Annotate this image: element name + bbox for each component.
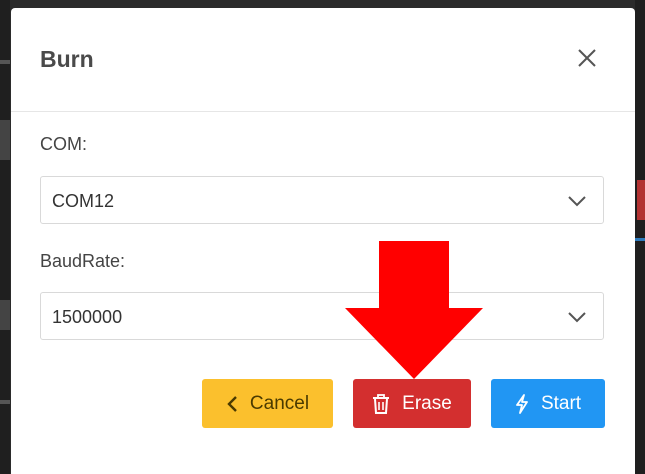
baudrate-label: BaudRate: [40,251,126,271]
com-label: COM: [40,134,87,154]
background-right-strip [635,0,645,474]
trash-icon [372,393,390,414]
dialog-header: Burn [11,8,635,112]
com-select-value: COM12 [52,191,115,211]
baudrate-select-value: 1500000 [52,307,123,327]
dialog-title: Burn [40,46,94,72]
background-blue-line [635,238,645,241]
erase-button[interactable]: Erase [353,379,471,428]
background-mark [0,300,10,330]
background-mark [0,400,10,404]
lightning-icon [515,393,529,414]
start-button-label: Start [540,392,582,414]
background-left-strip [0,0,10,474]
close-button[interactable] [577,48,597,68]
background-mark [0,60,10,64]
chevron-down-icon [567,194,587,208]
background-mark [0,120,10,160]
erase-button-label: Erase [402,392,452,414]
com-select[interactable]: COM12 [40,176,604,224]
cancel-button-label: Cancel [249,392,310,414]
chevron-down-icon [567,310,587,324]
chevron-left-icon [226,395,238,413]
close-icon [577,48,597,68]
burn-dialog: Burn COM: COM12 BaudRate: 1500000 Cancel… [11,8,635,474]
baudrate-select[interactable]: 1500000 [40,292,604,340]
background-red-mark [637,180,645,220]
cancel-button[interactable]: Cancel [202,379,333,428]
start-button[interactable]: Start [491,379,605,428]
